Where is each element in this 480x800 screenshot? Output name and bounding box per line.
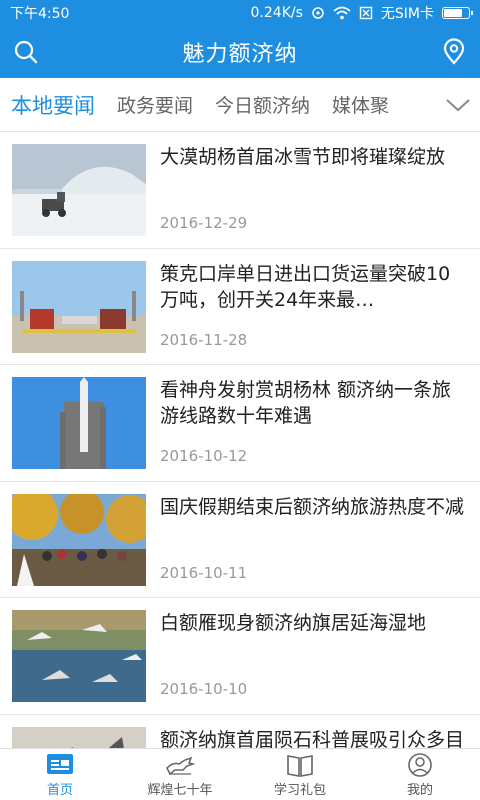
news-item[interactable]: 看神舟发射赏胡杨林 额济纳一条旅游线路数十年难遇 2016-10-12: [0, 365, 480, 482]
home-news-icon: [47, 753, 73, 774]
news-thumbnail: [12, 493, 146, 586]
status-indicators: 0.24K/s 无SIM卡: [250, 3, 473, 23]
battery-icon: [442, 7, 473, 19]
app-title: 魅力额济纳: [182, 42, 298, 67]
news-title: 看神舟发射赏胡杨林 额济纳一条旅游线路数十年难遇: [160, 379, 452, 427]
search-icon[interactable]: [12, 38, 40, 66]
news-title: 白额雁现身额济纳旗居延海湿地: [160, 612, 427, 634]
nav-glorious-seventy-years[interactable]: 辉煌七十年: [120, 749, 240, 800]
book-icon: [287, 754, 313, 777]
app-header: 魅力额济纳: [0, 26, 480, 78]
signal-icon: [312, 7, 324, 19]
nav-mine-label: 我的: [406, 782, 433, 798]
nav-home-label: 首页: [46, 782, 73, 798]
news-date: 2016-11-28: [160, 330, 248, 349]
news-thumbnail: [12, 610, 146, 702]
news-title: 国庆假期结束后额济纳旅游热度不减: [160, 495, 465, 518]
news-item[interactable]: 策克口岸单日进出口货运量突破10万吨，创开关24年来最… 2016-11-28: [0, 249, 480, 365]
no-sim-icon: [359, 6, 373, 20]
news-title: 大漠胡杨首届冰雪节即将璀璨绽放: [160, 146, 446, 168]
news-thumbnail: [12, 377, 146, 469]
nav-study-label: 学习礼包: [273, 782, 326, 798]
news-item[interactable]: 大漠胡杨首届冰雪节即将璀璨绽放 2016-12-29: [0, 132, 480, 249]
tabs-expand-button[interactable]: [436, 78, 480, 131]
wifi-icon: [333, 6, 351, 20]
news-thumbnail: [12, 726, 146, 748]
horse-icon: [166, 756, 195, 775]
bottom-navigation: 首页 辉煌七十年 学习礼包 我的: [0, 748, 480, 800]
tab-government-news[interactable]: 政务要闻: [106, 91, 204, 118]
news-date: 2016-10-12: [160, 447, 248, 465]
sim-status: 无SIM卡: [380, 6, 434, 22]
nav-study-pack[interactable]: 学习礼包: [240, 749, 360, 800]
news-list: 大漠胡杨首届冰雪节即将璀璨绽放 2016-12-29 策克口岸单日进出口货运量突…: [0, 132, 480, 748]
net-speed: 0.24K/s: [250, 5, 303, 21]
location-pin-icon[interactable]: [440, 38, 468, 66]
status-time: 下午4:50: [10, 6, 70, 22]
nav-mine[interactable]: 我的: [360, 749, 480, 800]
news-item[interactable]: 国庆假期结束后额济纳旅游热度不减 2016-10-11: [0, 482, 480, 598]
category-tabs: 本地要闻 政务要闻 今日额济纳 媒体聚: [0, 78, 480, 132]
status-bar: 下午4:50 0.24K/s 无SIM卡: [0, 0, 480, 26]
news-title: 额济纳旗首届陨石科普展吸引众多目光: [160, 728, 465, 749]
tab-today-ejina[interactable]: 今日额济纳: [204, 91, 321, 118]
news-item[interactable]: 额济纳旗首届陨石科普展吸引众多目光: [0, 715, 480, 749]
news-thumbnail: [12, 260, 146, 353]
news-date: 2016-10-10: [160, 680, 248, 698]
news-date: 2016-12-29: [160, 214, 248, 232]
nav-home[interactable]: 首页: [0, 749, 120, 800]
news-item[interactable]: 白额雁现身额济纳旗居延海湿地 2016-10-10: [0, 598, 480, 715]
news-title: 策克口岸单日进出口货运量突破10万吨，创开关24年来最…: [160, 262, 451, 311]
news-date: 2016-10-11: [160, 563, 248, 582]
tab-local-news[interactable]: 本地要闻: [0, 90, 106, 120]
user-profile-icon: [408, 752, 432, 777]
tab-media[interactable]: 媒体聚: [321, 91, 400, 118]
news-thumbnail: [12, 144, 146, 236]
chevron-down-icon: [446, 99, 470, 112]
nav-glorious-label: 辉煌七十年: [147, 782, 213, 798]
